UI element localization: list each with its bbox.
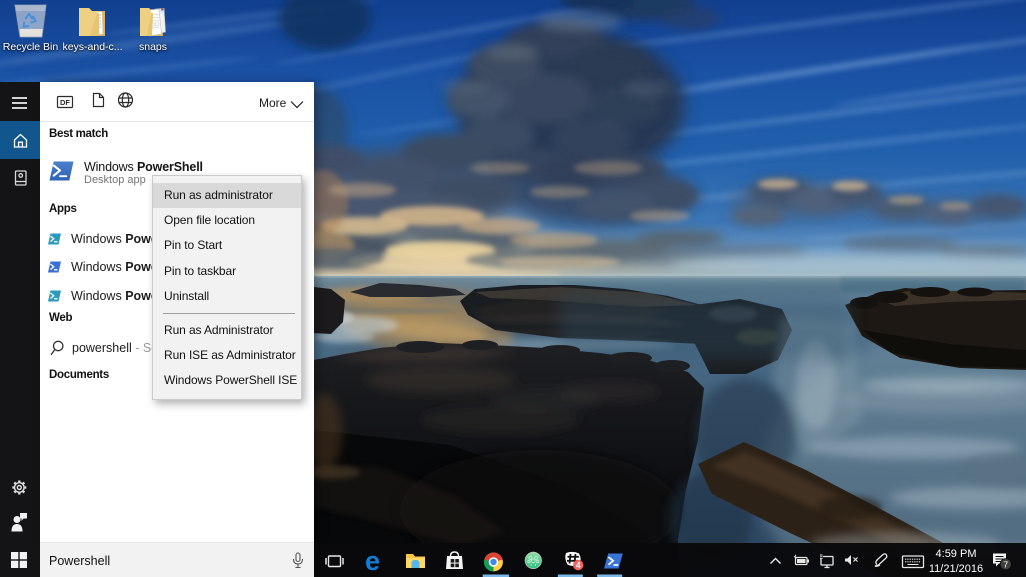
svg-text:DF: DF (60, 98, 70, 107)
svg-text:e: e (365, 546, 380, 576)
svg-text:7: 7 (1003, 559, 1008, 569)
svg-text:4: 4 (576, 560, 581, 570)
